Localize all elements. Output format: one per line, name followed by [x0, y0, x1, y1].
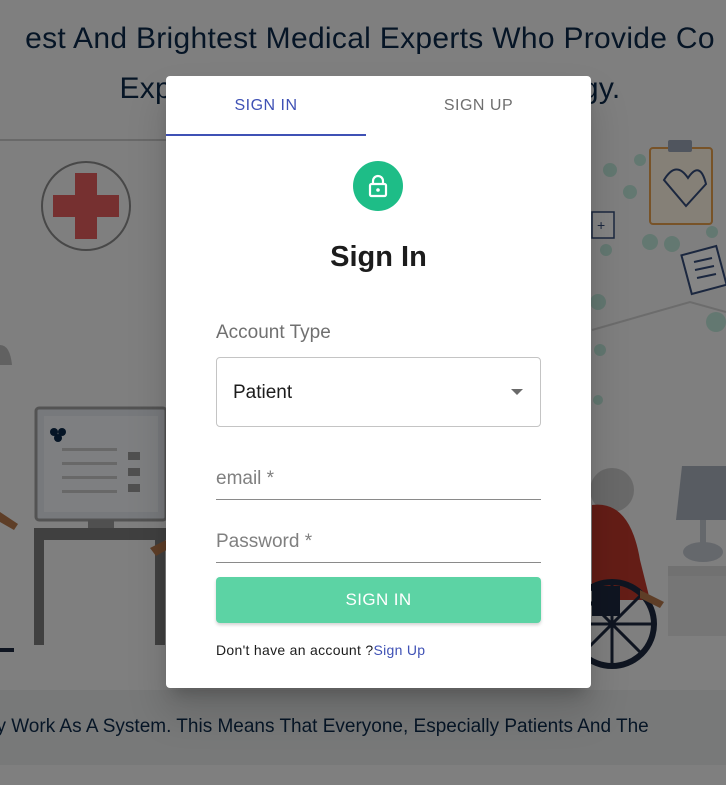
tab-indicator	[166, 134, 366, 136]
signup-prompt-text: Don't have an account ?	[216, 642, 374, 658]
email-field[interactable]: email *	[216, 460, 541, 500]
chevron-down-icon	[511, 389, 523, 395]
auth-tabs: SIGN IN SIGN UP	[166, 76, 591, 136]
account-type-select[interactable]: Patient	[216, 357, 541, 427]
account-type-value: Patient	[233, 382, 293, 403]
sign-in-dialog: SIGN IN SIGN UP Sign In Account Type Pat…	[166, 76, 591, 688]
password-placeholder: Password *	[216, 531, 313, 552]
email-underline	[216, 499, 541, 500]
tab-sign-in[interactable]: SIGN IN	[166, 76, 366, 135]
email-placeholder: email *	[216, 468, 275, 489]
sign-up-link[interactable]: Sign Up	[373, 642, 425, 658]
sign-in-button[interactable]: SIGN IN	[216, 577, 541, 623]
password-field[interactable]: Password *	[216, 523, 541, 563]
tab-sign-up[interactable]: SIGN UP	[366, 76, 591, 135]
dialog-title: Sign In	[330, 241, 427, 273]
signup-prompt: Don't have an account ?Sign Up	[216, 642, 425, 658]
lock-icon	[368, 174, 388, 198]
account-type-label: Account Type	[216, 322, 331, 343]
password-underline	[216, 562, 541, 563]
lock-avatar	[353, 161, 403, 211]
